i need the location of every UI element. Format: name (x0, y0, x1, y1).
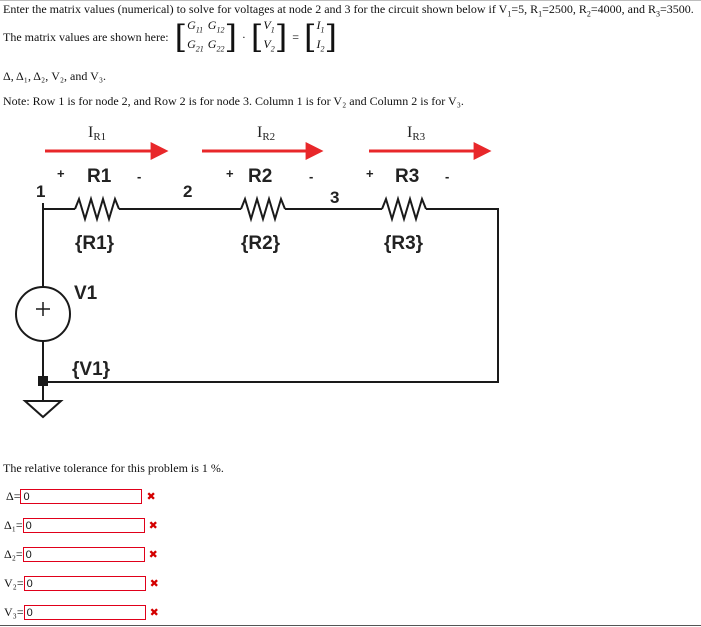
g11: G11 (187, 17, 204, 34)
answer-row-v2: V₂= ✖ (4, 576, 159, 591)
delta2-input[interactable] (22, 547, 145, 562)
delta1-input[interactable] (22, 518, 145, 533)
r1-name: R1 (87, 166, 112, 187)
r2-name: R2 (248, 166, 272, 187)
bracket-right: ] (274, 18, 288, 56)
answer-label: V₃= (4, 605, 24, 619)
incorrect-icon: ✖ (149, 606, 159, 619)
resistor-r1-symbol (74, 195, 120, 223)
ground-node-square (38, 376, 48, 386)
matrix-equation: The matrix values are shown here: [ G11 … (3, 18, 339, 57)
intro-r2: =4000, and R (590, 2, 656, 16)
v2: V2 (263, 37, 275, 54)
matrix-label: The matrix values are shown here: (3, 29, 169, 44)
bracket-right: ] (324, 18, 337, 56)
incorrect-icon: ✖ (146, 490, 156, 503)
intro-r: =5, R (511, 2, 539, 16)
r2-value: {R2} (241, 233, 281, 254)
answer-row-v3: V₃= ✖ (4, 605, 159, 620)
resistor-r3-symbol (381, 195, 427, 223)
g12: G12 (207, 17, 225, 34)
current-label-3: IR3 (407, 124, 426, 143)
bracket-right: ] (224, 18, 237, 56)
incorrect-icon: ✖ (148, 548, 158, 561)
circuit-svg: IR1 IR2 IR3 + R1 - + R2 - + R3 - 1 2 3 {… (15, 124, 499, 419)
g-grid: G11 G12 G21 G22 (187, 18, 224, 57)
tolerance-text: The relative tolerance for this problem … (3, 461, 224, 475)
v1: V1 (263, 17, 275, 34)
g22: G22 (207, 37, 225, 54)
bracket-left: [ (250, 18, 264, 56)
incorrect-icon: ✖ (148, 519, 158, 532)
answer-row-delta1: Δ₁= ✖ (4, 518, 158, 533)
answer-label: Δ₂= (4, 547, 23, 561)
note-line: Note: Row 1 is for node 2, and Row 2 is … (3, 94, 464, 108)
answer-label: Δ₁= (4, 518, 23, 532)
bottom-border (0, 625, 701, 626)
incorrect-icon: ✖ (149, 577, 159, 590)
intro-text: Enter the matrix values (numerical) to s… (3, 2, 508, 16)
equals-sign: = (292, 29, 300, 44)
bracket-left: [ (304, 18, 317, 56)
r3-plus: + (366, 166, 374, 181)
circuit-diagram: IR1 IR2 IR3 + R1 - + R2 - + R3 - 1 2 3 {… (5, 119, 520, 446)
i1: I1 (316, 17, 325, 34)
i-vector: [ I1 I2 ] (304, 18, 337, 57)
answer-row-delta: Δ= ✖ (4, 489, 156, 504)
r1-plus: + (57, 166, 65, 181)
intro-r3: =3500. (659, 2, 694, 16)
resistor-r2-symbol (240, 195, 286, 223)
i-grid: I1 I2 (317, 18, 325, 57)
answer-label: V₂= (4, 576, 24, 590)
r3-minus: - (445, 169, 449, 184)
source-plus-sign (36, 302, 50, 316)
current-label-2: IR2 (257, 124, 275, 143)
delta-input[interactable] (20, 489, 143, 504)
answer-label: Δ= (6, 489, 21, 503)
v2-input[interactable] (23, 576, 146, 591)
v-vector: [ V1 V2 ] (251, 18, 287, 57)
g-matrix: [ G11 G12 G21 G22 ] (175, 18, 237, 57)
r2-plus: + (226, 166, 234, 181)
r3-name: R3 (395, 166, 419, 187)
top-border (0, 0, 701, 1)
unknowns-line: Δ, Δ₁, Δ₂, V₂, and V₃. (3, 69, 107, 83)
r1-minus: - (137, 169, 141, 184)
wire-node1-r1 (42, 203, 75, 210)
v3-input[interactable] (23, 605, 146, 620)
dot-operator: · (241, 29, 246, 44)
source-name: V1 (74, 283, 98, 304)
intro-r1: =2500, R (542, 2, 587, 16)
node-2-label: 2 (183, 182, 192, 201)
node-3-label: 3 (330, 188, 339, 207)
current-label-1: IR1 (88, 124, 106, 143)
r1-value: {R1} (75, 233, 115, 254)
r2-minus: - (309, 169, 313, 184)
bracket-left: [ (174, 18, 188, 56)
node-1-label: 1 (36, 182, 45, 201)
i2: I2 (316, 37, 325, 54)
answer-row-delta2: Δ₂= ✖ (4, 547, 158, 562)
g21: G21 (187, 37, 204, 54)
r3-value: {R3} (384, 233, 424, 254)
ground-symbol (22, 400, 64, 419)
question-intro: Enter the matrix values (numerical) to s… (3, 2, 694, 18)
v-grid: V1 V2 (263, 18, 274, 57)
source-value: {V1} (72, 359, 111, 380)
